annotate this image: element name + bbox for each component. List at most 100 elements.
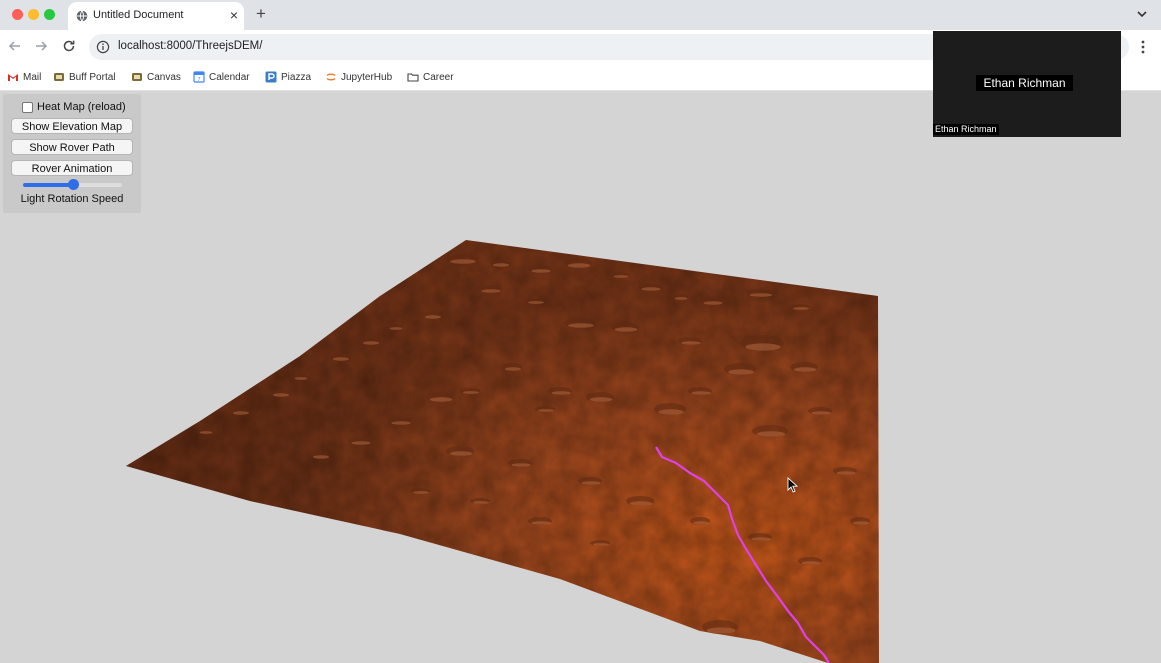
crater-rim — [745, 343, 781, 351]
tab-close-icon[interactable]: × — [230, 6, 238, 24]
threejs-viewport[interactable] — [0, 91, 1161, 663]
crater-rim — [691, 391, 711, 395]
gmail-icon — [8, 74, 18, 81]
minimize-window-button[interactable] — [28, 9, 39, 20]
bookmark-jupyterhub[interactable]: JupyterHub — [325, 69, 392, 85]
bookmark-mail[interactable]: Mail — [7, 69, 41, 85]
crater-rim — [551, 391, 571, 395]
crater-rim — [593, 543, 609, 546]
bookmark-piazza[interactable]: Piazza — [265, 69, 311, 85]
mouse-cursor-icon — [787, 477, 798, 493]
crater-rim — [389, 327, 403, 330]
bookmark-label: Piazza — [281, 71, 312, 83]
crater-rim — [505, 367, 521, 371]
crater-rim — [581, 481, 601, 485]
crater-rim — [751, 537, 771, 541]
show-elevation-map-button[interactable]: Show Elevation Map — [11, 118, 133, 134]
crater-rim — [568, 323, 594, 328]
close-window-button[interactable] — [12, 9, 23, 20]
crater-rim — [728, 369, 754, 375]
active-tab[interactable]: Untitled Document × — [68, 2, 244, 30]
url-text: localhost:8000/ThreejsDEM/ — [118, 40, 263, 52]
browser-menu-icon[interactable] — [1137, 39, 1149, 55]
crater-rim — [425, 315, 441, 319]
crater-rim — [614, 327, 638, 332]
control-panel: Heat Map (reload) Show Elevation Map Sho… — [3, 94, 141, 213]
crater-rim — [511, 463, 531, 467]
new-tab-button[interactable]: + — [256, 3, 266, 25]
crater-rim — [801, 561, 821, 565]
slider-thumb[interactable] — [67, 179, 79, 190]
crater-rim — [463, 391, 479, 394]
crater-rim — [351, 441, 371, 445]
crater-rim — [538, 409, 554, 412]
show-rover-path-button[interactable]: Show Rover Path — [11, 139, 133, 155]
crater-rim — [473, 501, 489, 504]
crater-rim — [531, 269, 551, 273]
slider-fill — [23, 183, 73, 187]
crater-rim — [674, 297, 688, 300]
tab-strip: Untitled Document × + — [0, 0, 1161, 30]
crater-rim — [681, 341, 701, 345]
bookmark-canvas[interactable]: Canvas — [131, 69, 181, 85]
piazza-icon — [265, 71, 277, 83]
participant-caption: Ethan Richman — [933, 124, 999, 135]
crater-rim — [793, 307, 809, 310]
tab-title: Untitled Document — [93, 9, 184, 21]
heatmap-label: Heat Map (reload) — [37, 101, 126, 113]
crater-rim — [233, 411, 249, 415]
folder-icon — [407, 73, 419, 82]
crater-rim — [853, 521, 869, 525]
light-rotation-speed-label: Light Rotation Speed — [20, 193, 124, 205]
crater-rim — [836, 471, 856, 475]
video-call-tile[interactable]: Ethan Richman Ethan Richman — [933, 31, 1121, 137]
canvas-icon — [132, 73, 142, 81]
buff-portal-icon — [54, 73, 64, 81]
zoom-window-button[interactable] — [44, 9, 55, 20]
bookmark-career[interactable]: Career — [407, 69, 454, 85]
bookmark-label: JupyterHub — [341, 71, 393, 83]
crater-rim — [658, 409, 684, 415]
crater-rim — [199, 431, 213, 434]
crater-rim — [363, 341, 379, 345]
crater-rim — [703, 301, 723, 305]
crater-rim — [629, 501, 653, 506]
bookmark-label: Mail — [23, 71, 42, 83]
crater-rim — [706, 627, 736, 634]
heatmap-toggle[interactable]: Heat Map (reload) — [22, 101, 126, 113]
crater-rim — [481, 289, 501, 293]
crater-rim — [391, 421, 411, 425]
bookmark-calendar[interactable]: 7 Calendar — [193, 69, 250, 85]
jupyter-icon — [326, 73, 336, 81]
crater-rim — [413, 491, 429, 494]
forward-arrow-icon[interactable] — [33, 38, 49, 54]
reload-icon[interactable] — [61, 38, 77, 54]
participant-name: Ethan Richman — [976, 75, 1073, 91]
crater-rim — [756, 431, 786, 437]
bookmark-buff-portal[interactable]: Buff Portal — [53, 69, 116, 85]
terrain-scene — [126, 240, 879, 663]
tab-search-chevron-icon[interactable] — [1135, 7, 1149, 21]
crater-rim — [693, 521, 709, 525]
crater-rim — [641, 287, 661, 291]
globe-icon — [76, 10, 88, 22]
crater-rim — [613, 275, 629, 278]
crater-rim — [493, 263, 509, 267]
heatmap-checkbox[interactable] — [22, 101, 33, 113]
site-info-icon[interactable] — [96, 40, 110, 54]
back-arrow-icon[interactable] — [7, 38, 23, 54]
terrain-texture — [126, 240, 879, 663]
crater-rim — [793, 367, 817, 372]
crater-rim — [273, 393, 289, 397]
light-rotation-speed-slider[interactable] — [23, 179, 122, 190]
crater-rim — [811, 411, 831, 415]
bookmark-label: Canvas — [147, 71, 181, 83]
crater-rim — [429, 397, 453, 402]
crater-rim — [313, 455, 329, 459]
crater-rim — [531, 521, 551, 525]
rover-animation-button[interactable]: Rover Animation — [11, 160, 133, 176]
bookmark-label: Buff Portal — [69, 71, 116, 83]
bookmark-label: Calendar — [209, 71, 250, 83]
crater-rim — [749, 293, 773, 297]
calendar-icon: 7 — [193, 71, 205, 83]
